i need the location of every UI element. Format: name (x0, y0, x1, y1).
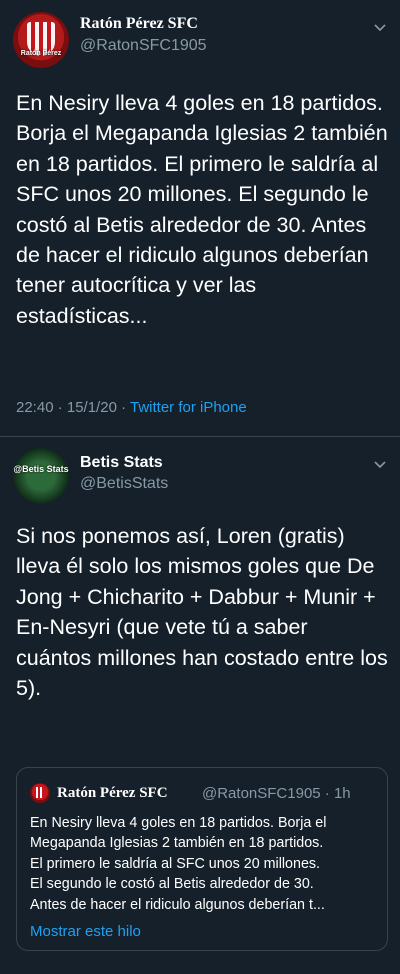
chevron-down-icon[interactable] (373, 22, 387, 32)
quoted-handle-time: @RatonSFC1905 · 1h (202, 785, 351, 802)
quoted-text-line: Megapanda Iglesias 2 también en 18 parti… (30, 835, 324, 852)
display-name[interactable]: Ratón Pérez SFC (80, 15, 198, 33)
source-link[interactable]: Twitter for iPhone (130, 399, 247, 416)
display-name[interactable]: Betis Stats (80, 454, 163, 472)
quoted-text-line: El segundo le costó al Betis alrededor d… (30, 876, 314, 893)
quoted-text-line: En Nesiry lleva 4 goles en 18 partidos. … (30, 815, 327, 831)
tweet-text: En Nesiry lleva 4 goles en 18 partidos. … (16, 91, 388, 328)
timestamp[interactable]: 22:40 · 15/1/20 · (16, 399, 130, 416)
quoted-display-name: Ratón Pérez SFC (57, 785, 168, 801)
quoted-text-line: Antes de hacer el ridiculo algunos deber… (30, 896, 325, 913)
quoted-text-line: El primero le saldría al SFC unos 20 mil… (30, 855, 321, 872)
show-thread-link[interactable]: Mostrar este hilo (30, 923, 141, 940)
avatar-logo-text: Ratón Pérez (20, 50, 62, 57)
divider (0, 436, 400, 437)
quoted-text: En Nesiry lleva 4 goles en 18 partidos. … (30, 813, 380, 915)
chevron-down-icon[interactable] (373, 459, 387, 469)
tweet-text: Si nos ponemos así, Loren (gratis) lleva… (16, 524, 388, 701)
quoted-tweet[interactable]: Ratón Pérez SFC @RatonSFC1905 · 1h En Ne… (16, 767, 388, 951)
avatar[interactable]: Ratón Pérez (13, 12, 69, 68)
user-handle[interactable]: @BetisStats (80, 475, 168, 493)
avatar[interactable]: @Betis Stats (13, 448, 69, 504)
avatar (30, 783, 50, 803)
club-crest-icon (36, 787, 44, 798)
tweet-meta: 22:40 · 15/1/20 · Twitter for iPhone (16, 399, 247, 416)
user-handle[interactable]: @RatonSFC1905 (80, 37, 207, 55)
avatar-logo-text: @Betis Stats (13, 464, 69, 474)
